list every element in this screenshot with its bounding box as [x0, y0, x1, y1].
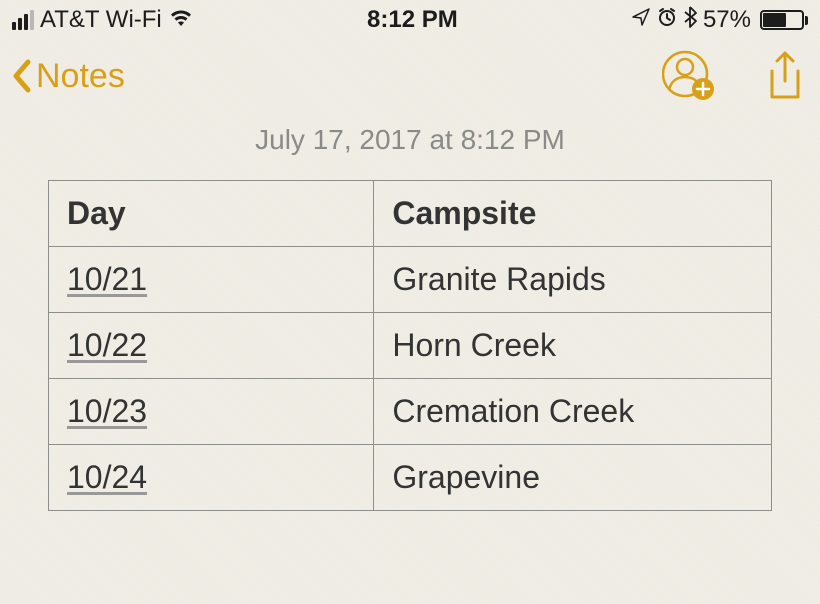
share-button[interactable]	[766, 51, 804, 101]
back-label: Notes	[36, 57, 125, 96]
date-cell[interactable]: 10/24	[67, 459, 147, 495]
person-add-icon	[662, 49, 716, 103]
table-row[interactable]: 10/23 Cremation Creek	[49, 379, 772, 445]
table-row[interactable]: 10/24 Grapevine	[49, 445, 772, 511]
date-cell[interactable]: 10/23	[67, 393, 147, 429]
battery-percent: 57%	[703, 6, 751, 34]
bluetooth-icon	[683, 6, 697, 35]
share-icon	[766, 51, 804, 101]
header-day: Day	[49, 181, 374, 247]
nav-bar: Notes	[0, 40, 820, 112]
campsite-cell[interactable]: Horn Creek	[374, 313, 772, 379]
date-cell[interactable]: 10/22	[67, 327, 147, 363]
note-content[interactable]: Day Campsite 10/21 Granite Rapids 10/22 …	[0, 180, 820, 511]
campsite-cell[interactable]: Grapevine	[374, 445, 772, 511]
status-time: 8:12 PM	[194, 6, 631, 34]
wifi-icon	[168, 8, 194, 32]
status-bar: AT&T Wi-Fi 8:12 PM 57%	[0, 0, 820, 40]
table-header-row: Day Campsite	[49, 181, 772, 247]
campsite-table[interactable]: Day Campsite 10/21 Granite Rapids 10/22 …	[48, 180, 772, 511]
status-left: AT&T Wi-Fi	[12, 6, 194, 34]
campsite-cell[interactable]: Cremation Creek	[374, 379, 772, 445]
carrier-label: AT&T Wi-Fi	[40, 6, 162, 34]
battery-icon	[757, 10, 808, 30]
header-campsite: Campsite	[374, 181, 772, 247]
location-icon	[631, 6, 651, 34]
table-row[interactable]: 10/21 Granite Rapids	[49, 247, 772, 313]
campsite-cell[interactable]: Granite Rapids	[374, 247, 772, 313]
date-cell[interactable]: 10/21	[67, 261, 147, 297]
back-button[interactable]: Notes	[8, 56, 125, 96]
alarm-icon	[657, 6, 677, 34]
signal-icon	[12, 10, 34, 30]
add-person-button[interactable]	[662, 49, 716, 103]
table-row[interactable]: 10/22 Horn Creek	[49, 313, 772, 379]
status-right: 57%	[631, 6, 808, 35]
chevron-left-icon	[8, 56, 34, 96]
note-timestamp: July 17, 2017 at 8:12 PM	[0, 112, 820, 180]
